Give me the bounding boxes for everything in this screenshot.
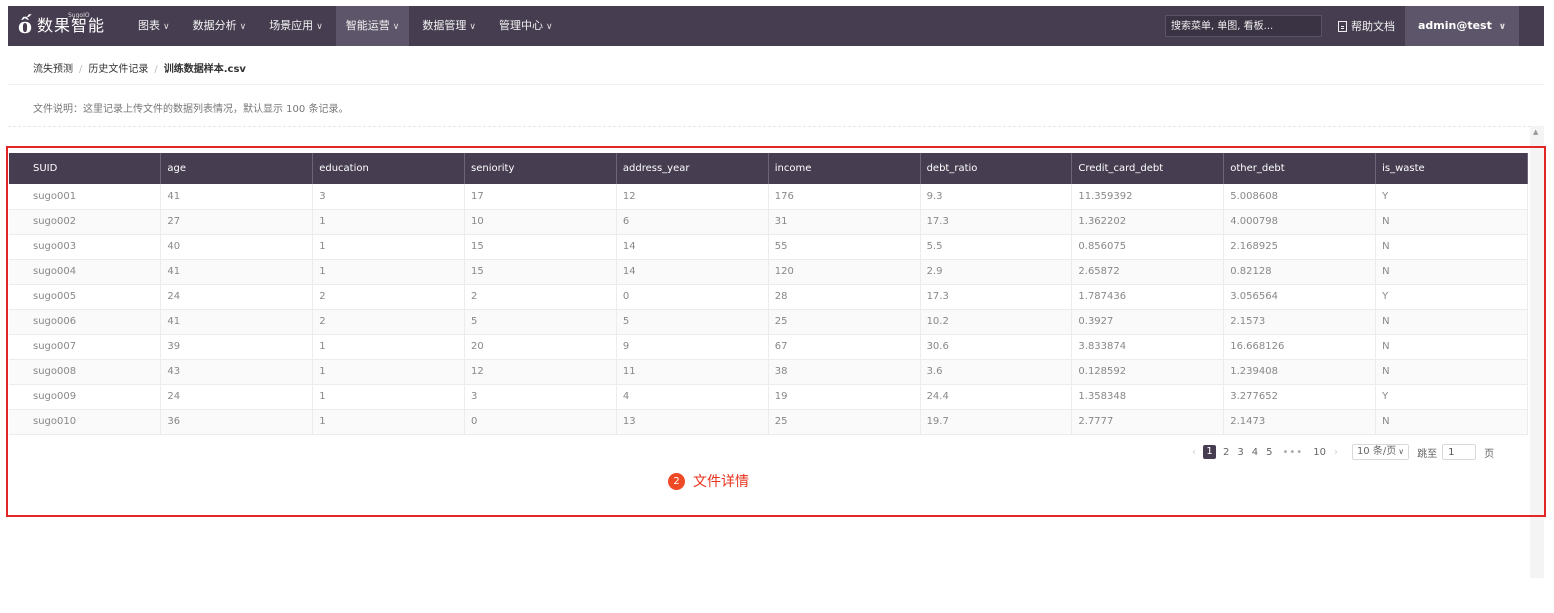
nav-item-label: 数据分析 [192,19,237,32]
annotation-text: 文件详情 [693,474,749,490]
logo[interactable]: ố 数果智能 SugoIO [8,6,128,46]
document-icon [1337,20,1347,32]
file-description: 文件说明：这里记录上传文件的数据列表情况，默认显示 100 条记录。 [33,104,349,115]
breadcrumb-item-current-file: 训练数据样本.csv [163,64,246,75]
user-label: admin@test [1417,19,1492,32]
chevron-down-icon: ∨ [392,22,400,32]
chevron-down-icon: ∨ [469,22,476,32]
nav-item-label: 图表 [138,19,160,32]
nav-item-label: 场景应用 [269,19,314,32]
annotation: 2 文件详情 [668,471,749,491]
chevron-down-icon: ∨ [545,22,553,32]
nav-right: 帮助文档 admin@test ∨ [1164,6,1544,46]
nav-item-4[interactable]: 数据管理 ∨ [412,6,486,46]
help-docs-link[interactable]: 帮助文档 [1328,6,1405,46]
nav-item-0[interactable]: 图表 ∨ [128,6,180,46]
nav-item-1[interactable]: 数据分析 ∨ [183,6,257,46]
nav-item-3[interactable]: 智能运营 ∨ [335,6,410,46]
search-input[interactable] [1164,15,1322,37]
chevron-down-icon: ∨ [239,22,247,32]
divider-dashed [8,126,1536,127]
chevron-down-icon: ∨ [163,22,170,32]
chevron-down-icon: ∨ [1498,22,1506,32]
main-nav: 图表 ∨ 数据分析 ∨ 场景应用 ∨ 智能运营 ∨ 数据管理 ∨ 管理中心 ∨ [128,6,566,46]
nav-item-label: 管理中心 [498,19,543,32]
breadcrumb-separator: / [79,64,83,75]
breadcrumb-separator: / [154,64,158,75]
logo-subtext: SugoIO [68,12,90,19]
top-nav-bar: ố 数果智能 SugoIO 图表 ∨ 数据分析 ∨ 场景应用 ∨ 智能运营 ∨ 数据管理 ∨ 管理中… [8,6,1544,46]
nav-item-2[interactable]: 场景应用 ∨ [259,6,333,46]
help-docs-label: 帮助文档 [1350,20,1395,33]
user-menu[interactable]: admin@test ∨ [1404,6,1519,46]
nav-item-label: 智能运营 [345,19,390,32]
logo-mark-icon: ố [18,13,33,38]
scroll-up-arrow-icon[interactable]: ▲ [1533,128,1538,136]
nav-item-5[interactable]: 管理中心 ∨ [489,6,563,46]
divider [8,84,1544,85]
chevron-down-icon: ∨ [316,22,323,32]
breadcrumb: 流失预测 / 历史文件记录 / 训练数据样本.csv [33,60,246,75]
nav-item-label: 数据管理 [422,19,467,32]
breadcrumb-item-file-history[interactable]: 历史文件记录 [88,64,148,75]
breadcrumb-item-churn-prediction[interactable]: 流失预测 [33,64,73,75]
highlight-frame [6,146,1546,517]
annotation-number-badge: 2 [668,472,685,490]
